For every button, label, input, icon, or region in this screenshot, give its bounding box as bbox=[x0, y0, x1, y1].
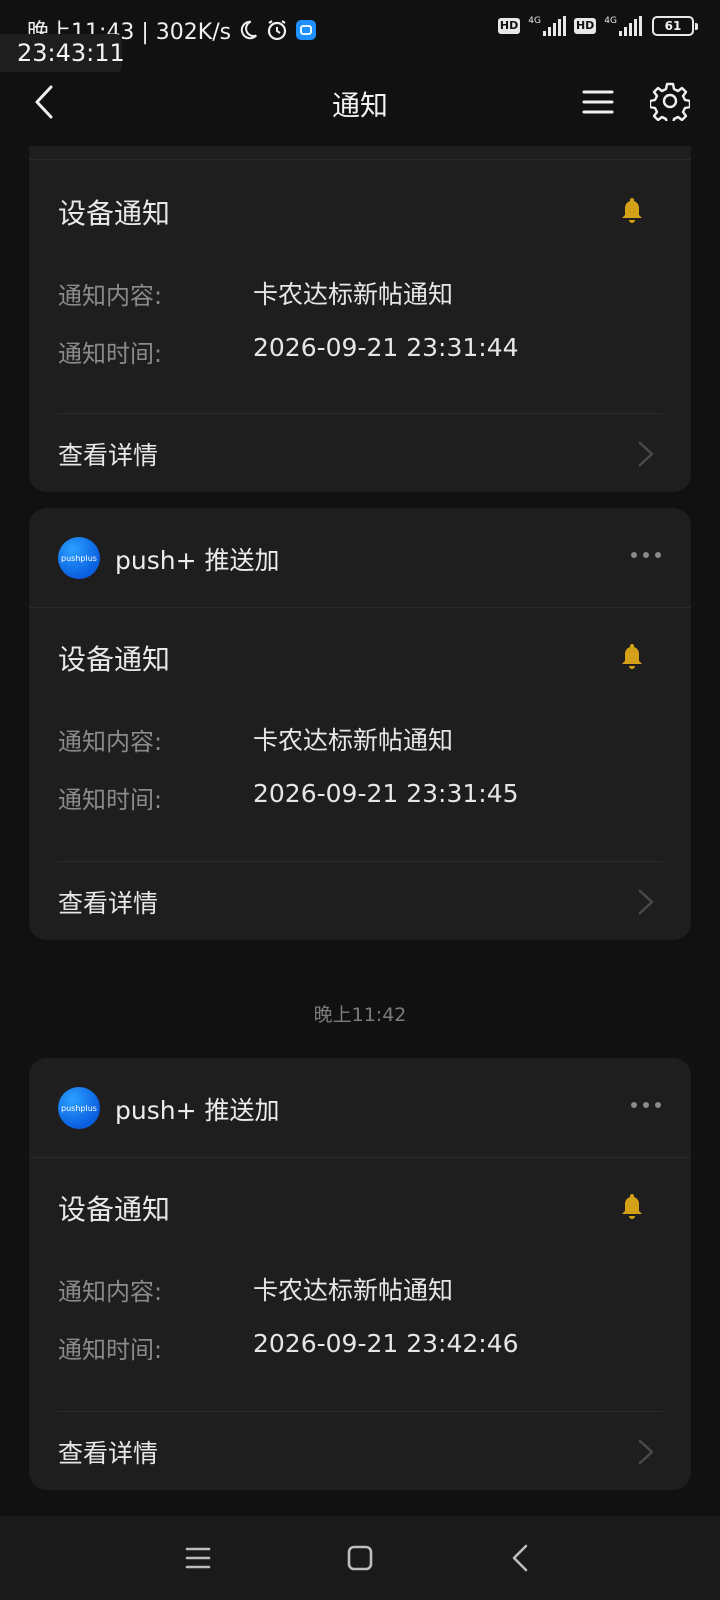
signal-2: 4G bbox=[604, 16, 642, 36]
card-title: 设备通知 bbox=[58, 197, 171, 230]
content-value: 卡农达标新帖通知 bbox=[253, 280, 454, 309]
chevron-right-icon bbox=[638, 1439, 654, 1465]
content-label: 通知内容: bbox=[58, 728, 163, 756]
content-value: 卡农达标新帖通知 bbox=[253, 1276, 454, 1305]
view-details-link[interactable]: 查看详情 bbox=[29, 862, 691, 940]
time-value: 2026-09-21 23:42:46 bbox=[253, 1329, 519, 1358]
time-label: 通知时间: bbox=[58, 786, 163, 814]
time-value: 2026-09-21 23:31:45 bbox=[253, 779, 519, 808]
moon-icon bbox=[237, 19, 259, 41]
view-details-label: 查看详情 bbox=[58, 1439, 159, 1468]
hd-badge: HD bbox=[573, 18, 597, 34]
pushplus-logo: pushplus bbox=[58, 537, 100, 579]
view-details-label: 查看详情 bbox=[58, 441, 159, 470]
view-details-link[interactable]: 查看详情 bbox=[29, 1412, 691, 1490]
content-value: 卡农达标新帖通知 bbox=[253, 726, 454, 755]
menu-icon bbox=[185, 1547, 211, 1569]
time-value: 2026-09-21 23:31:44 bbox=[253, 333, 519, 362]
settings-button[interactable] bbox=[648, 81, 692, 126]
content-label: 通知内容: bbox=[58, 1278, 163, 1306]
chevron-right-icon bbox=[638, 441, 654, 467]
alarm-icon bbox=[265, 18, 289, 42]
notification-card: pushplus push+ 推送加 设备通知 通知内容: 卡农达标新帖通知 通… bbox=[29, 1058, 691, 1490]
battery-level: 61 bbox=[664, 19, 682, 33]
card-header: pushplus push+ 推送加 bbox=[29, 1058, 691, 1158]
pushplus-logo: pushplus bbox=[58, 1087, 100, 1129]
app-icon bbox=[295, 19, 317, 41]
view-details-label: 查看详情 bbox=[58, 889, 159, 918]
network-type: 4G bbox=[604, 16, 617, 26]
menu-icon bbox=[582, 90, 614, 114]
app-name: push+ 推送加 bbox=[115, 1096, 280, 1125]
network-type: 4G bbox=[528, 16, 541, 26]
pushplus-logo-text: pushplus bbox=[61, 553, 97, 563]
bell-icon bbox=[622, 198, 642, 223]
signal-icon bbox=[542, 16, 566, 36]
chevron-right-icon bbox=[638, 889, 654, 915]
time-separator: 晚上11:42 bbox=[313, 1004, 407, 1026]
more-button[interactable] bbox=[631, 1102, 661, 1108]
nav-bar: 通知 bbox=[0, 62, 720, 146]
card-header: pushplus push+ 推送加 bbox=[29, 508, 691, 608]
time-label: 通知时间: bbox=[58, 340, 163, 368]
status-right: HD 4G HD 4G 61 bbox=[497, 16, 698, 36]
recents-button[interactable] bbox=[178, 1538, 218, 1578]
screen: 晚上11:43 | 302K/s HD 4G HD 4G 61 23:43:11… bbox=[0, 0, 720, 1600]
settings-gear-icon bbox=[648, 82, 692, 126]
card-title: 设备通知 bbox=[58, 1193, 171, 1226]
view-details-link[interactable]: 查看详情 bbox=[29, 414, 691, 492]
system-nav-bar bbox=[0, 1516, 720, 1600]
bell-icon bbox=[622, 644, 642, 669]
menu-button[interactable] bbox=[580, 84, 616, 120]
notification-card: pushplus push+ 推送加 设备通知 通知内容: 卡农达标新帖通知 通… bbox=[29, 508, 691, 940]
signal-icon bbox=[619, 16, 642, 36]
time-label: 通知时间: bbox=[58, 1336, 163, 1364]
back-icon bbox=[512, 1544, 528, 1572]
signal-1: 4G bbox=[528, 16, 566, 36]
back-nav-button[interactable] bbox=[500, 1538, 540, 1578]
notification-card: 设备通知 通知内容: 卡农达标新帖通知 通知时间: 2026-09-21 23:… bbox=[29, 118, 691, 492]
home-button[interactable] bbox=[340, 1538, 380, 1578]
app-name: push+ 推送加 bbox=[115, 546, 280, 575]
content-label: 通知内容: bbox=[58, 282, 163, 310]
hd-badge: HD bbox=[497, 18, 521, 34]
pushplus-logo-text: pushplus bbox=[61, 1103, 97, 1113]
more-button[interactable] bbox=[631, 552, 661, 558]
card-title: 设备通知 bbox=[58, 643, 171, 676]
divider bbox=[29, 159, 691, 160]
bell-icon bbox=[622, 1194, 642, 1219]
battery-icon: 61 bbox=[652, 16, 698, 36]
home-icon bbox=[347, 1545, 373, 1571]
clock-overlay: 23:43:11 bbox=[0, 34, 125, 72]
